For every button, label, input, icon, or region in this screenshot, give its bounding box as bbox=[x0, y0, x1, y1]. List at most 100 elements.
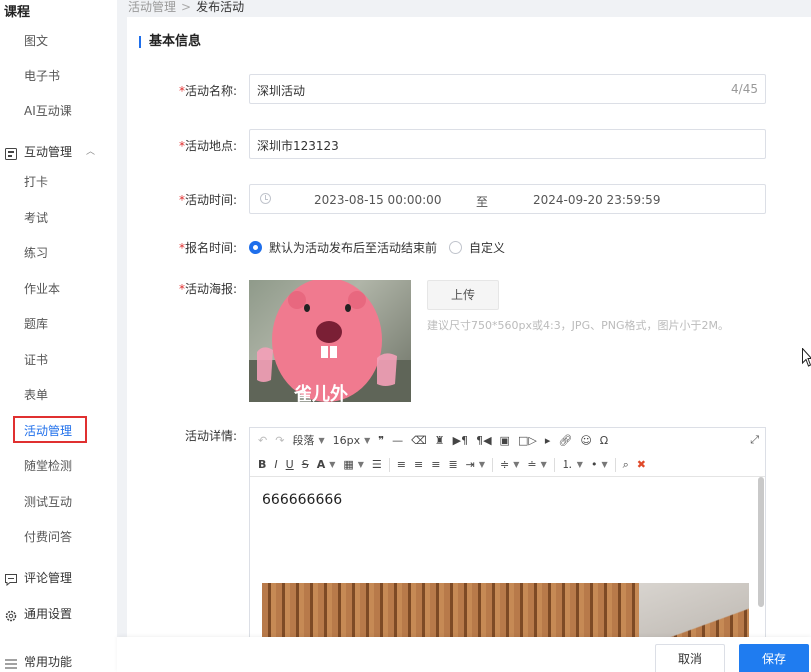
radio-custom[interactable] bbox=[449, 241, 463, 254]
end-time[interactable]: 2024-09-20 23:59:59 bbox=[533, 193, 660, 207]
bold-icon[interactable]: B bbox=[258, 456, 266, 474]
sidebar-item-test-interaction[interactable]: 测试互动 bbox=[24, 492, 72, 512]
undo-icon[interactable]: ↶ bbox=[258, 432, 267, 450]
media-icon[interactable]: ▸ bbox=[545, 432, 551, 450]
align-right-icon[interactable]: ≡ bbox=[431, 456, 440, 474]
interaction-icon bbox=[5, 146, 17, 160]
activity-location-value: 深圳市123123 bbox=[257, 139, 339, 153]
breadcrumb-parent[interactable]: 活动管理 bbox=[128, 0, 176, 14]
breadcrumb-separator: > bbox=[181, 0, 192, 14]
sidebar-group-comments[interactable]: 评论管理 bbox=[5, 568, 72, 588]
horizontal-rule-icon[interactable]: — bbox=[392, 432, 403, 450]
range-separator: 至 bbox=[476, 195, 489, 209]
sidebar-item-certificate[interactable]: 证书 bbox=[24, 350, 48, 370]
indent-icon[interactable]: ☰ bbox=[372, 456, 382, 474]
ordered-list-icon[interactable]: ⒈ ▼ bbox=[562, 456, 583, 474]
poster-artwork: 雀儿外 bbox=[249, 280, 411, 402]
format-brush-icon[interactable]: ♜ bbox=[435, 432, 445, 450]
plugin-icon[interactable]: ✖ bbox=[637, 456, 646, 474]
background-color-icon[interactable]: ▦ ▼ bbox=[343, 456, 364, 474]
radio-default[interactable] bbox=[249, 241, 262, 254]
radio-custom-label[interactable]: 自定义 bbox=[469, 239, 505, 256]
sidebar-item-question-bank[interactable]: 题库 bbox=[24, 314, 48, 334]
special-char-icon[interactable]: Ω bbox=[600, 432, 608, 450]
align-center-icon[interactable]: ≡ bbox=[414, 456, 423, 474]
sidebar-group-settings[interactable]: 通用设置 bbox=[5, 604, 72, 624]
sidebar-section-title: 课程 bbox=[4, 5, 31, 20]
paragraph-spacing-icon[interactable]: ≐ ▼ bbox=[527, 456, 546, 474]
sidebar-item-checkin[interactable]: 打卡 bbox=[24, 172, 48, 192]
paragraph-select[interactable]: 段落 ▼ bbox=[292, 432, 324, 450]
editor-content-text[interactable]: 666666666 bbox=[262, 492, 342, 508]
sidebar-item-exam[interactable]: 考试 bbox=[24, 208, 48, 228]
sidebar-group-label: 常用功能 bbox=[24, 655, 73, 669]
toolbar-divider bbox=[388, 457, 390, 472]
font-size-select[interactable]: 16px ▼ bbox=[333, 432, 371, 450]
svg-text:雀儿外: 雀儿外 bbox=[293, 383, 348, 402]
activity-name-label: *活动名称: bbox=[178, 84, 237, 98]
toolbar-divider bbox=[614, 457, 616, 472]
quote-icon[interactable]: ❞ bbox=[378, 432, 384, 450]
sidebar-item-activity-management[interactable]: 活动管理 bbox=[24, 421, 72, 441]
breadcrumb-current: 发布活动 bbox=[196, 0, 245, 14]
activity-location-label: *活动地点: bbox=[178, 139, 237, 153]
sidebar-item-paid-qa[interactable]: 付费问答 bbox=[24, 527, 72, 547]
align-justify-icon[interactable]: ≣ bbox=[448, 456, 457, 474]
expand-icon[interactable]: ⤢ bbox=[750, 433, 759, 447]
sidebar-group-label: 评论管理 bbox=[24, 571, 73, 585]
italic-icon[interactable]: I bbox=[274, 456, 277, 474]
ltr-icon[interactable]: ▶¶ bbox=[453, 432, 468, 450]
breadcrumb: 活动管理 > 发布活动 bbox=[128, 0, 244, 16]
sidebar-item-class-test[interactable]: 随堂检测 bbox=[24, 456, 72, 476]
signup-time-radio-group: 默认为活动发布后至活动结束前 自定义 bbox=[249, 239, 517, 256]
poster-image[interactable]: 雀儿外 bbox=[249, 280, 411, 402]
toolbar-divider bbox=[553, 457, 555, 472]
details-label: 活动详情: bbox=[184, 429, 237, 443]
sidebar-group-common[interactable]: 常用功能 bbox=[5, 652, 72, 672]
activity-name-input[interactable]: 深圳活动 4/45 bbox=[249, 74, 766, 104]
underline-icon[interactable]: U bbox=[286, 456, 294, 474]
unordered-list-icon[interactable]: • ▼ bbox=[591, 456, 608, 474]
radio-default-label[interactable]: 默认为活动发布后至活动结束前 bbox=[269, 239, 437, 256]
main-panel: 基本信息 *活动名称: 深圳活动 4/45 *活动地点: 深圳市123123 *… bbox=[127, 17, 811, 672]
upload-hint: 建议尺寸750*560px或4:3，JPG、PNG格式，图片小于2M。 bbox=[427, 319, 729, 332]
sidebar-item-ai-course[interactable]: AI互动课 bbox=[24, 101, 72, 121]
eraser-icon[interactable]: ⌫ bbox=[411, 432, 427, 450]
rich-text-editor[interactable]: ↶ ↷ 段落 ▼ 16px ▼ ❞ — ⌫ ♜ ▶¶ ¶◀ ▣ □▷ ▸ 🔗︎ ☺ … bbox=[249, 427, 766, 672]
rtl-icon[interactable]: ¶◀ bbox=[476, 432, 491, 450]
strikethrough-icon[interactable]: S bbox=[302, 456, 309, 474]
start-time[interactable]: 2023-08-15 00:00:00 bbox=[314, 193, 441, 207]
indent-select-icon[interactable]: ⇥ ▼ bbox=[466, 456, 485, 474]
align-left-icon[interactable]: ≡ bbox=[397, 456, 406, 474]
comment-icon bbox=[5, 572, 17, 587]
sidebar-item-homework[interactable]: 作业本 bbox=[24, 279, 60, 299]
sidebar-item-ebook[interactable]: 电子书 bbox=[24, 66, 60, 86]
activity-time-range-picker[interactable]: 2023-08-15 00:00:00 至 2024-09-20 23:59:5… bbox=[249, 184, 766, 214]
activity-time-label: *活动时间: bbox=[178, 193, 237, 207]
cancel-button[interactable]: 取消 bbox=[655, 644, 725, 672]
save-button[interactable]: 保存 bbox=[739, 644, 809, 672]
upload-button[interactable]: 上传 bbox=[427, 280, 499, 310]
poster-label: *活动海报: bbox=[178, 282, 237, 296]
activity-name-value: 深圳活动 bbox=[257, 84, 306, 98]
image-icon[interactable]: ▣ bbox=[500, 432, 510, 450]
sidebar-item-article[interactable]: 图文 bbox=[24, 31, 48, 51]
font-color-icon[interactable]: A ▼ bbox=[317, 456, 336, 474]
char-count: 4/45 bbox=[731, 82, 758, 96]
clock-icon bbox=[260, 193, 271, 204]
redo-icon[interactable]: ↷ bbox=[275, 432, 284, 450]
signup-time-label: *报名时间: bbox=[178, 241, 237, 255]
chevron-up-icon: ︿ bbox=[86, 147, 96, 157]
emoji-icon[interactable]: ☺ bbox=[580, 432, 591, 450]
video-icon[interactable]: □▷ bbox=[518, 432, 537, 450]
sidebar-item-form[interactable]: 表单 bbox=[24, 385, 48, 405]
sidebar-group-label: 互动管理 bbox=[24, 145, 73, 159]
link-icon[interactable]: 🔗︎ bbox=[558, 432, 572, 450]
activity-location-input[interactable]: 深圳市123123 bbox=[249, 129, 766, 159]
search-icon[interactable]: ⌕ bbox=[623, 456, 629, 474]
sidebar-group-label: 通用设置 bbox=[24, 607, 73, 621]
line-height-icon[interactable]: ≑ ▼ bbox=[500, 456, 519, 474]
sidebar-item-practice[interactable]: 练习 bbox=[24, 243, 48, 263]
editor-scrollbar[interactable] bbox=[758, 477, 764, 607]
sidebar-group-interaction[interactable]: 互动管理 ︿ bbox=[5, 142, 95, 162]
